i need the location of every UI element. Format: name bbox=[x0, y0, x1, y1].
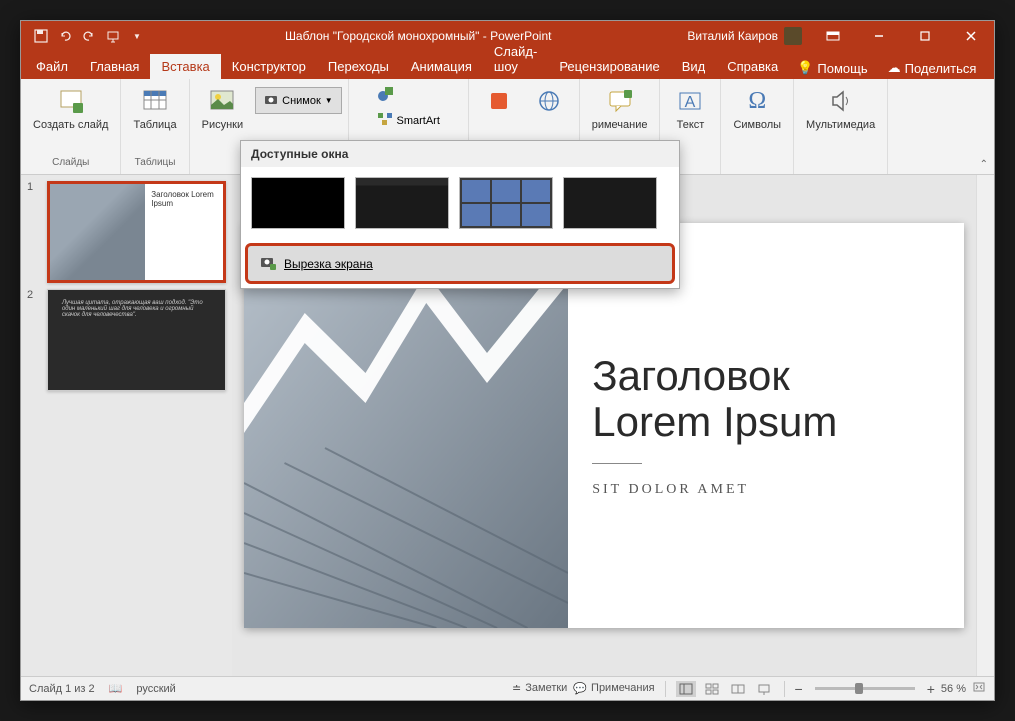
sorter-view-icon[interactable] bbox=[702, 681, 722, 697]
undo-icon[interactable] bbox=[57, 28, 73, 44]
group-label bbox=[756, 155, 759, 170]
svg-text:A: A bbox=[685, 94, 696, 111]
globe-icon bbox=[533, 85, 565, 117]
smartart-icon bbox=[377, 112, 393, 129]
chevron-down-icon: ▼ bbox=[325, 96, 333, 105]
qat-dropdown-icon[interactable]: ▼ bbox=[129, 28, 145, 44]
notes-icon: ≐ bbox=[512, 682, 521, 695]
tell-me-button[interactable]: 💡Помощь bbox=[789, 57, 875, 79]
links-button[interactable] bbox=[525, 83, 573, 119]
share-button[interactable]: ☁Поделиться bbox=[880, 57, 985, 79]
slide-thumbnail-1[interactable]: 1 Заголовок Lorem Ipsum bbox=[27, 181, 226, 283]
zoom-in-icon[interactable]: + bbox=[927, 681, 935, 697]
tab-slideshow[interactable]: Слайд-шоу bbox=[483, 39, 548, 79]
divider bbox=[592, 463, 642, 464]
notes-button[interactable]: ≐Заметки bbox=[512, 682, 567, 695]
window-thumb-3[interactable] bbox=[459, 177, 553, 229]
pictures-icon bbox=[206, 85, 238, 117]
speaker-icon bbox=[825, 85, 857, 117]
fit-to-window-icon[interactable] bbox=[972, 681, 986, 696]
new-slide-icon bbox=[55, 85, 87, 117]
tab-view[interactable]: Вид bbox=[671, 54, 717, 79]
screen-clipping-button[interactable]: Вырезка экрана bbox=[245, 243, 675, 284]
ribbon-display-icon[interactable] bbox=[810, 21, 856, 51]
shapes-icon bbox=[377, 85, 395, 106]
slide-counter[interactable]: Слайд 1 из 2 bbox=[29, 683, 95, 695]
reading-view-icon[interactable] bbox=[728, 681, 748, 697]
text-button[interactable]: A Текст bbox=[666, 83, 714, 133]
window-thumb-2[interactable] bbox=[355, 177, 449, 229]
dropdown-header: Доступные окна bbox=[241, 141, 679, 167]
vertical-scrollbar[interactable] bbox=[976, 175, 994, 676]
tab-insert[interactable]: Вставка bbox=[150, 54, 220, 79]
comments-button[interactable]: 💬Примечания bbox=[573, 682, 654, 695]
addins-icon bbox=[483, 85, 515, 117]
addins-button[interactable] bbox=[475, 83, 523, 119]
lightbulb-icon: 💡 bbox=[797, 60, 813, 76]
textbox-icon: A bbox=[674, 85, 706, 117]
share-icon: ☁ bbox=[888, 60, 901, 76]
screenshot-dropdown: Доступные окна Вырезка экрана bbox=[240, 140, 680, 289]
comment-icon bbox=[604, 85, 636, 117]
zoom-level[interactable]: 56 % bbox=[941, 683, 966, 695]
redo-icon[interactable] bbox=[81, 28, 97, 44]
comment-icon: 💬 bbox=[573, 682, 587, 695]
tab-file[interactable]: Файл bbox=[25, 54, 79, 79]
shapes-button[interactable] bbox=[373, 83, 399, 108]
zoom-out-icon[interactable]: − bbox=[795, 681, 803, 697]
slide-panel: 1 Заголовок Lorem Ipsum 2 Лучшая цитата,… bbox=[21, 175, 232, 676]
tab-animations[interactable]: Анимация bbox=[400, 54, 483, 79]
zoom-slider[interactable] bbox=[815, 687, 915, 690]
tab-home[interactable]: Главная bbox=[79, 54, 150, 79]
normal-view-icon[interactable] bbox=[676, 681, 696, 697]
camera-icon bbox=[264, 92, 278, 109]
status-bar: Слайд 1 из 2 📖 русский ≐Заметки 💬Примеча… bbox=[21, 676, 994, 700]
minimize-icon[interactable] bbox=[856, 21, 902, 51]
tab-transitions[interactable]: Переходы bbox=[317, 54, 400, 79]
window-thumb-1[interactable] bbox=[251, 177, 345, 229]
media-button[interactable]: Мультимедиа bbox=[800, 83, 881, 133]
table-icon bbox=[139, 85, 171, 117]
smartart-button[interactable]: SmartArt bbox=[373, 110, 444, 131]
group-label bbox=[689, 155, 692, 170]
omega-icon: Ω bbox=[741, 85, 773, 117]
group-label bbox=[839, 155, 842, 170]
tab-review[interactable]: Рецензирование bbox=[548, 54, 670, 79]
symbols-button[interactable]: Ω Символы bbox=[727, 83, 787, 133]
screenshot-button[interactable]: Снимок ▼ bbox=[255, 87, 342, 114]
maximize-icon[interactable] bbox=[902, 21, 948, 51]
save-icon[interactable] bbox=[33, 28, 49, 44]
slideshow-view-icon[interactable] bbox=[754, 681, 774, 697]
group-label: Слайды bbox=[52, 155, 89, 170]
tab-help[interactable]: Справка bbox=[716, 54, 789, 79]
slide-title[interactable]: Заголовок Lorem Ipsum bbox=[592, 353, 940, 445]
comment-button[interactable]: римечание bbox=[586, 83, 654, 133]
tab-design[interactable]: Конструктор bbox=[221, 54, 317, 79]
presentation-icon[interactable] bbox=[105, 28, 121, 44]
window-thumb-4[interactable] bbox=[563, 177, 657, 229]
language-button[interactable]: русский bbox=[136, 683, 175, 695]
new-slide-button[interactable]: Создать слайд bbox=[27, 83, 114, 133]
slide-subtitle[interactable]: SIT DOLOR AMET bbox=[592, 482, 940, 498]
spell-check-icon[interactable]: 📖 bbox=[109, 682, 123, 695]
group-label: Таблицы bbox=[135, 155, 176, 170]
collapse-ribbon-icon[interactable]: ⌃ bbox=[980, 159, 988, 170]
clip-icon bbox=[260, 254, 276, 273]
table-button[interactable]: Таблица bbox=[127, 83, 182, 133]
pictures-button[interactable]: Рисунки bbox=[196, 83, 250, 133]
close-icon[interactable] bbox=[948, 21, 994, 51]
ribbon-tabs: Файл Главная Вставка Конструктор Переход… bbox=[21, 51, 994, 79]
slide-thumbnail-2[interactable]: 2 Лучшая цитата, отражающая ваш подход. … bbox=[27, 289, 226, 391]
